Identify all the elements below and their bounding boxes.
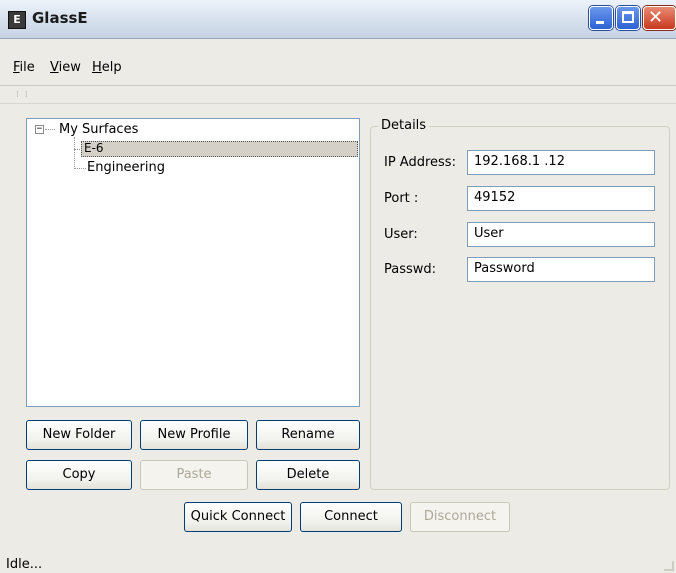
passwd-label: Passwd:: [384, 262, 437, 277]
port-label: Port :: [384, 191, 419, 206]
maximize-button[interactable]: [616, 6, 640, 30]
new-folder-button[interactable]: New Folder: [26, 420, 132, 450]
disconnect-button[interactable]: Disconnect: [410, 502, 510, 532]
status-text: Idle...: [6, 557, 43, 572]
menu-divider: [0, 85, 676, 86]
tree-root-label[interactable]: My Surfaces: [59, 122, 138, 137]
menu-view-mnemonic: V: [50, 60, 59, 75]
resize-grip-icon[interactable]: [664, 561, 674, 571]
port-field[interactable]: 49152: [467, 186, 655, 211]
tree-item-e6[interactable]: E-6: [84, 141, 104, 155]
menu-help[interactable]: Help: [92, 60, 122, 75]
title-bar[interactable]: E GlassE ✕: [0, 0, 676, 39]
menu-help-label: elp: [101, 60, 122, 75]
tree-item-engineering[interactable]: Engineering: [87, 160, 165, 175]
ip-address-label: IP Address:: [384, 155, 456, 170]
surfaces-tree[interactable]: − My Surfaces E-6 Engineering: [26, 118, 360, 407]
quick-connect-button[interactable]: Quick Connect: [184, 502, 292, 532]
delete-button[interactable]: Delete: [256, 460, 360, 490]
ip-address-field[interactable]: 192.168.1 .12: [467, 150, 655, 175]
toolbar-grip-icon: ⁞⁞: [16, 90, 34, 100]
new-profile-button[interactable]: New Profile: [140, 420, 248, 450]
collapse-icon[interactable]: −: [35, 125, 44, 134]
rename-button[interactable]: Rename: [256, 420, 360, 450]
maximize-icon: [622, 11, 634, 23]
connect-button[interactable]: Connect: [300, 502, 402, 532]
minimize-icon: [596, 21, 604, 24]
tree-connector: [45, 129, 55, 130]
details-group: [370, 126, 670, 490]
glasse-window: E GlassE ✕ File View Help ⁞⁞ − My Surfac…: [0, 0, 676, 573]
window-title: GlassE: [32, 9, 88, 27]
menu-view[interactable]: View: [50, 60, 81, 75]
menu-file-label: ile: [19, 60, 35, 75]
user-field[interactable]: User: [467, 222, 655, 247]
details-title: Details: [378, 118, 430, 133]
app-icon[interactable]: E: [8, 11, 26, 29]
menu-bar: File View Help: [0, 39, 676, 85]
tree-item-e6-selection[interactable]: [81, 141, 358, 157]
copy-button[interactable]: Copy: [26, 460, 132, 490]
passwd-field[interactable]: Password: [467, 257, 655, 282]
tree-connector: [74, 168, 86, 169]
toolbar-divider: [0, 103, 676, 104]
menu-help-mnemonic: H: [92, 60, 102, 75]
close-button[interactable]: ✕: [643, 6, 676, 30]
close-icon: ✕: [648, 7, 664, 28]
paste-button[interactable]: Paste: [140, 460, 248, 490]
menu-file[interactable]: File: [13, 60, 35, 75]
minimize-button[interactable]: [589, 6, 613, 30]
tree-connector: [74, 137, 75, 169]
menu-view-label: iew: [58, 60, 81, 75]
user-label: User:: [384, 227, 418, 242]
